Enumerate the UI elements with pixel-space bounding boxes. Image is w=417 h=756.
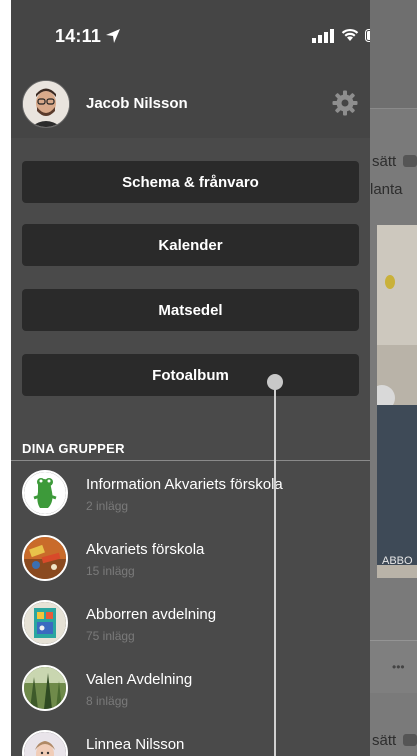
photo-balloon [385,275,395,289]
avatar[interactable] [22,80,70,128]
group-avatar [22,470,68,516]
comment-icon [403,734,417,746]
profile-header[interactable]: Jacob Nilsson [11,60,370,138]
side-drawer[interactable]: 14:11 Jacob Nilsson Schema & frånvaro Ka… [11,0,370,756]
background-post-text: sätt [372,732,397,749]
section-divider [11,460,370,461]
group-photo [24,537,66,579]
background-post-text: lanta [370,181,403,198]
gear-icon[interactable] [332,90,358,116]
group-post-count: 75 inlägg [86,629,135,643]
group-item[interactable]: Valen Avdelning 8 inlägg [11,657,370,722]
battery-icon [365,29,370,42]
group-name: Linnea Nilsson [86,736,185,753]
status-bar: 14:11 [11,0,370,60]
schedule-absence-button[interactable]: Schema & frånvaro [22,161,359,203]
group-post-count: 8 inlägg [86,694,129,708]
group-photo [24,667,66,709]
group-post-count: 15 inlägg [86,564,135,578]
group-avatar [22,665,68,711]
scroll-track[interactable] [274,381,276,756]
photo-floor [377,405,417,565]
group-name: Information Akvariets förskola [86,476,283,493]
background-post-text: sätt [372,153,397,170]
group-photo [24,602,66,644]
child-photo [24,732,66,756]
profile-name: Jacob Nilsson [86,95,188,112]
photo-album-button[interactable]: Fotoalbum [22,354,359,396]
calendar-button[interactable]: Kalender [22,224,359,266]
frog-logo-icon [24,472,66,514]
profile-photo [23,81,69,127]
group-item[interactable]: Linnea Nilsson [11,722,370,756]
signal-icon [312,29,334,43]
location-arrow-icon [106,29,120,43]
group-post-count: 2 inlägg [86,499,129,513]
more-icon[interactable]: ••• [392,660,405,674]
group-avatar [22,600,68,646]
photo-caption: ABBO [382,555,413,567]
background-header [370,0,417,109]
menu-food-button[interactable]: Matsedel [22,289,359,331]
group-name: Abborren avdelning [86,606,217,623]
wifi-icon [341,28,359,41]
groups-section-title: DINA GRUPPER [22,441,125,456]
group-avatar [22,730,68,756]
scroll-handle[interactable] [267,374,283,390]
group-name: Valen Avdelning [86,671,193,688]
group-name: Akvariets förskola [86,541,205,558]
screen-edge [0,0,11,756]
group-item[interactable]: Information Akvariets förskola 2 inlägg [11,462,370,527]
group-item[interactable]: Akvariets förskola 15 inlägg [11,527,370,592]
group-item[interactable]: Abborren avdelning 75 inlägg [11,592,370,657]
status-time: 14:11 [55,26,102,46]
background-photo[interactable]: ABBO [377,225,417,578]
comment-icon [403,155,417,167]
background-feed[interactable]: sätt lanta ABBO ••• sätt [370,0,417,756]
group-avatar [22,535,68,581]
photo-wall [377,225,417,345]
